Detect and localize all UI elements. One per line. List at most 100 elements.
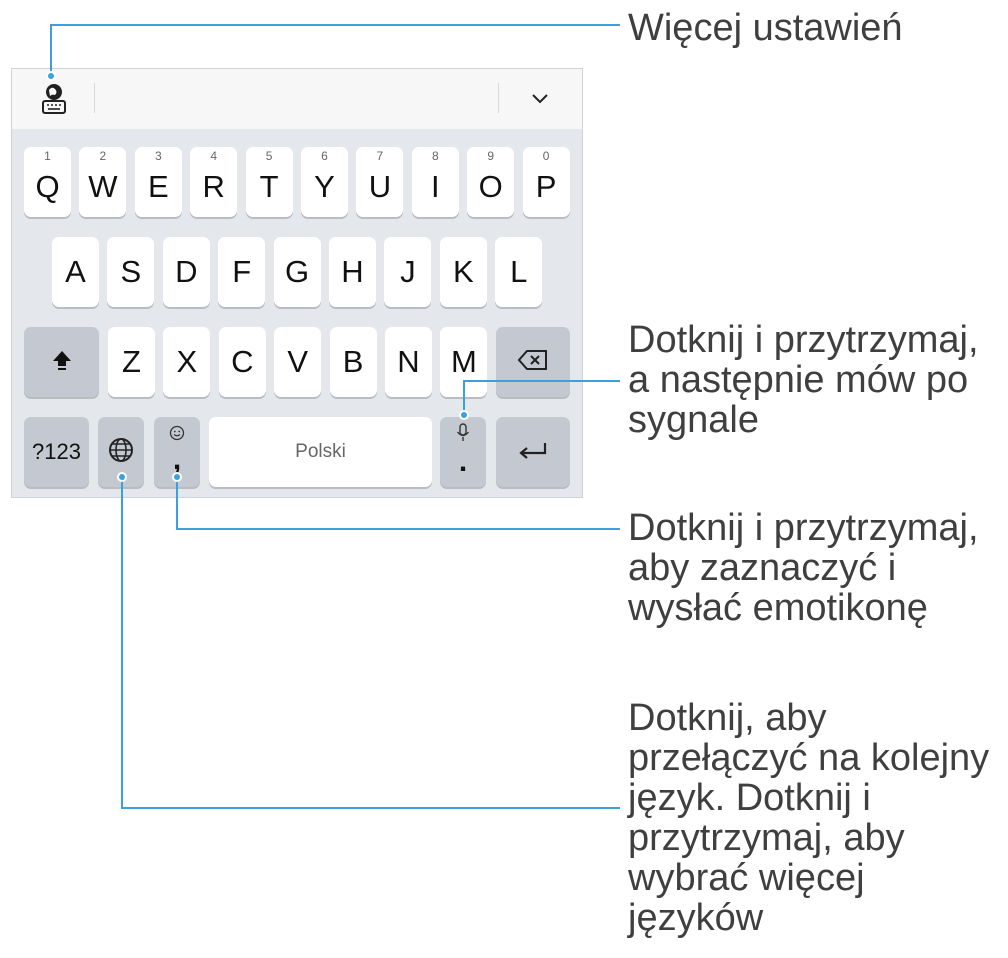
key-letter: Y — [314, 169, 335, 204]
key-e[interactable]: 3E — [134, 147, 182, 217]
key-s[interactable]: S — [107, 237, 155, 307]
voice-leader-line — [463, 380, 465, 412]
emoji-leader-line — [176, 528, 620, 530]
shift-key[interactable] — [24, 327, 99, 397]
toolbar-divider — [498, 83, 499, 113]
key-letter: U — [368, 169, 392, 204]
emoji-annotation: Dotknij i przytrzymaj, aby zaznaczyć i w… — [628, 508, 979, 628]
voice-annotation-line: sygnale — [628, 399, 759, 441]
key-letter: A — [65, 254, 86, 289]
key-q[interactable]: 1Q — [24, 147, 71, 217]
key-t[interactable]: 5T — [245, 147, 293, 217]
key-letter: L — [510, 254, 528, 289]
key-n[interactable]: N — [385, 327, 432, 397]
key-letter: S — [120, 254, 142, 289]
shift-icon — [51, 349, 73, 376]
key-number-hint: 9 — [487, 149, 495, 163]
space-key[interactable]: Polski — [209, 417, 432, 487]
key-letter: B — [342, 344, 364, 379]
key-letter: G — [285, 254, 310, 289]
voice-period-key[interactable]: . — [440, 417, 486, 487]
key-letter: P — [535, 169, 557, 204]
key-number-hint: 0 — [542, 149, 550, 163]
language-leader-dot — [117, 472, 127, 482]
language-annotation-line: język. Dotknij i — [628, 777, 871, 819]
key-letter: K — [452, 254, 474, 289]
key-b[interactable]: B — [329, 327, 377, 397]
key-letter: W — [88, 169, 118, 204]
period-label: . — [458, 445, 468, 478]
toolbar-divider — [94, 83, 95, 113]
key-f[interactable]: F — [218, 237, 266, 307]
enter-icon — [517, 440, 549, 465]
language-leader-line — [121, 477, 123, 809]
key-letter: D — [175, 254, 198, 289]
key-letter: M — [450, 344, 477, 379]
key-j[interactable]: J — [384, 237, 432, 307]
language-annotation-line: przełączyć na kolejny — [628, 737, 990, 779]
key-letter: I — [430, 169, 440, 204]
enter-key[interactable] — [496, 417, 570, 487]
key-x[interactable]: X — [163, 327, 211, 397]
settings-leader-dot — [46, 71, 56, 81]
key-v[interactable]: V — [274, 327, 322, 397]
voice-annotation-line: Dotknij i przytrzymaj, — [628, 319, 979, 361]
emoji-leader-line — [176, 477, 178, 530]
key-number-hint: 6 — [321, 149, 328, 163]
chevron-down-icon[interactable] — [530, 91, 550, 105]
space-key-label: Polski — [295, 441, 346, 462]
key-a[interactable]: A — [52, 237, 99, 307]
key-number-hint: 5 — [265, 149, 273, 163]
key-y[interactable]: 6Y — [301, 147, 348, 217]
keyboard-toolbar — [12, 69, 582, 129]
key-o[interactable]: 9O — [467, 147, 515, 217]
key-letter: H — [341, 254, 364, 289]
language-leader-line — [121, 807, 620, 809]
key-number-hint: 1 — [44, 149, 51, 163]
keyboard: ?123 , Polski . 1Q2W3E4R5T6Y7U8I9O0PASDF… — [11, 68, 583, 498]
key-letter: Z — [122, 344, 141, 379]
key-u[interactable]: 7U — [356, 147, 404, 217]
voice-leader-line — [463, 380, 620, 382]
language-annotation-line: Dotknij, aby — [628, 697, 827, 739]
voice-annotation-line: a następnie mów po — [628, 359, 969, 401]
language-annotation-line: wybrać więcej — [628, 857, 865, 899]
key-w[interactable]: 2W — [79, 147, 127, 217]
key-i[interactable]: 8I — [411, 147, 459, 217]
key-number-hint: 3 — [154, 149, 162, 163]
emoji-annotation-line: wysłać emotikonę — [628, 587, 928, 629]
key-g[interactable]: G — [273, 237, 321, 307]
key-letter: V — [287, 344, 309, 379]
key-letter: F — [232, 254, 252, 289]
microphone-icon — [455, 423, 471, 448]
key-h[interactable]: H — [329, 237, 376, 307]
emoji-leader-dot — [172, 472, 182, 482]
key-k[interactable]: K — [439, 237, 487, 307]
key-letter: C — [231, 344, 254, 379]
key-number-hint: 2 — [99, 149, 107, 163]
backspace-key[interactable] — [496, 327, 570, 397]
key-p[interactable]: 0P — [522, 147, 570, 217]
backspace-icon — [517, 349, 549, 376]
settings-leader-line — [50, 24, 52, 76]
key-r[interactable]: 4R — [190, 147, 238, 217]
emoji-annotation-line: aby zaznaczyć i — [628, 547, 897, 589]
keyboard-settings-icon[interactable] — [38, 81, 70, 115]
symbols-key[interactable]: ?123 — [24, 417, 89, 487]
key-letter: R — [202, 169, 225, 204]
key-d[interactable]: D — [162, 237, 210, 307]
key-letter: J — [400, 254, 416, 289]
key-number-hint: 7 — [376, 149, 384, 163]
globe-icon — [108, 437, 134, 468]
key-z[interactable]: Z — [108, 327, 155, 397]
language-annotation: Dotknij, aby przełączyć na kolejny język… — [628, 698, 989, 938]
key-l[interactable]: L — [495, 237, 543, 307]
key-letter: O — [478, 169, 503, 204]
key-letter: X — [176, 344, 198, 379]
settings-annotation: Więcej ustawień — [628, 8, 903, 48]
key-letter: T — [259, 169, 279, 204]
key-letter: N — [397, 344, 420, 379]
emoji-icon — [169, 425, 185, 446]
key-c[interactable]: C — [218, 327, 266, 397]
key-letter: E — [147, 169, 169, 204]
